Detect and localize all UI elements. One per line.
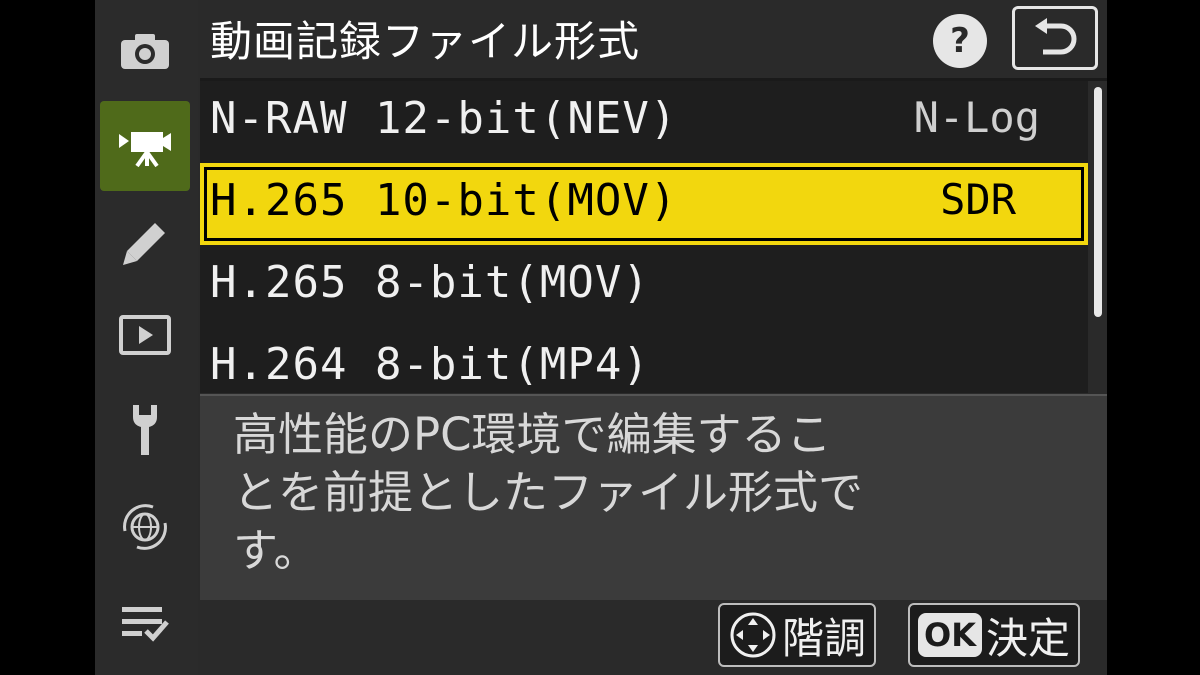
- description-text: 高性能のPC環境で編集することを前提としたファイル形式です。: [233, 408, 864, 577]
- option-label: H.265 10-bit(MOV): [210, 175, 678, 226]
- file-format-list: N-RAW 12-bit(NEV) N-Log H.265 10-bit(MOV…: [200, 81, 1088, 393]
- help-button[interactable]: ?: [933, 14, 987, 68]
- ok-badge: OK: [918, 613, 982, 657]
- confirm-label: 決定: [986, 613, 1071, 663]
- question-icon: ?: [950, 21, 970, 61]
- footer-bar: 階調 OK 決定: [200, 600, 1107, 675]
- pencil-icon: [123, 223, 165, 265]
- movie-camera-icon: [119, 132, 171, 168]
- option-tag: SDR: [940, 175, 1016, 224]
- tab-movie-recording[interactable]: [100, 101, 190, 191]
- camera-icon: [121, 34, 169, 69]
- option-row[interactable]: H.264 8-bit(MP4): [200, 327, 1088, 393]
- network-globe-icon: [123, 504, 167, 550]
- back-button[interactable]: [1012, 6, 1098, 70]
- my-menu-icon: [122, 607, 169, 642]
- tab-photo-shooting[interactable]: [100, 6, 190, 96]
- option-tag: N-Log: [913, 93, 1040, 142]
- option-row[interactable]: N-RAW 12-bit(NEV) N-Log: [200, 81, 1088, 163]
- option-row[interactable]: H.265 8-bit(MOV): [200, 245, 1088, 327]
- option-row-selected[interactable]: H.265 10-bit(MOV) SDR: [200, 163, 1088, 245]
- wrench-icon: [133, 405, 157, 455]
- tab-network[interactable]: [100, 482, 190, 572]
- playback-icon: [119, 315, 171, 355]
- tone-button[interactable]: 階調: [718, 603, 877, 667]
- tab-playback[interactable]: [100, 290, 190, 380]
- multi-selector-icon: [730, 612, 776, 658]
- menu-header: 動画記録ファイル形式 ?: [200, 0, 1107, 81]
- page-title: 動画記録ファイル形式: [210, 17, 641, 66]
- tone-label: 階調: [782, 613, 867, 663]
- tab-my-menu[interactable]: [100, 578, 190, 668]
- confirm-button[interactable]: OK 決定: [908, 603, 1081, 667]
- return-arrow-icon: [1035, 18, 1077, 55]
- tab-setup[interactable]: [100, 385, 190, 475]
- tab-custom-settings[interactable]: [100, 198, 190, 288]
- scrollbar[interactable]: [1094, 81, 1102, 393]
- menu-tab-sidebar: [95, 0, 198, 675]
- option-label: H.265 8-bit(MOV): [210, 257, 650, 308]
- option-label: N-RAW 12-bit(NEV): [210, 93, 678, 144]
- scrollbar-thumb[interactable]: [1094, 87, 1102, 317]
- option-label: H.264 8-bit(MP4): [210, 339, 650, 390]
- help-description-panel: 高性能のPC環境で編集することを前提としたファイル形式です。: [200, 394, 1107, 600]
